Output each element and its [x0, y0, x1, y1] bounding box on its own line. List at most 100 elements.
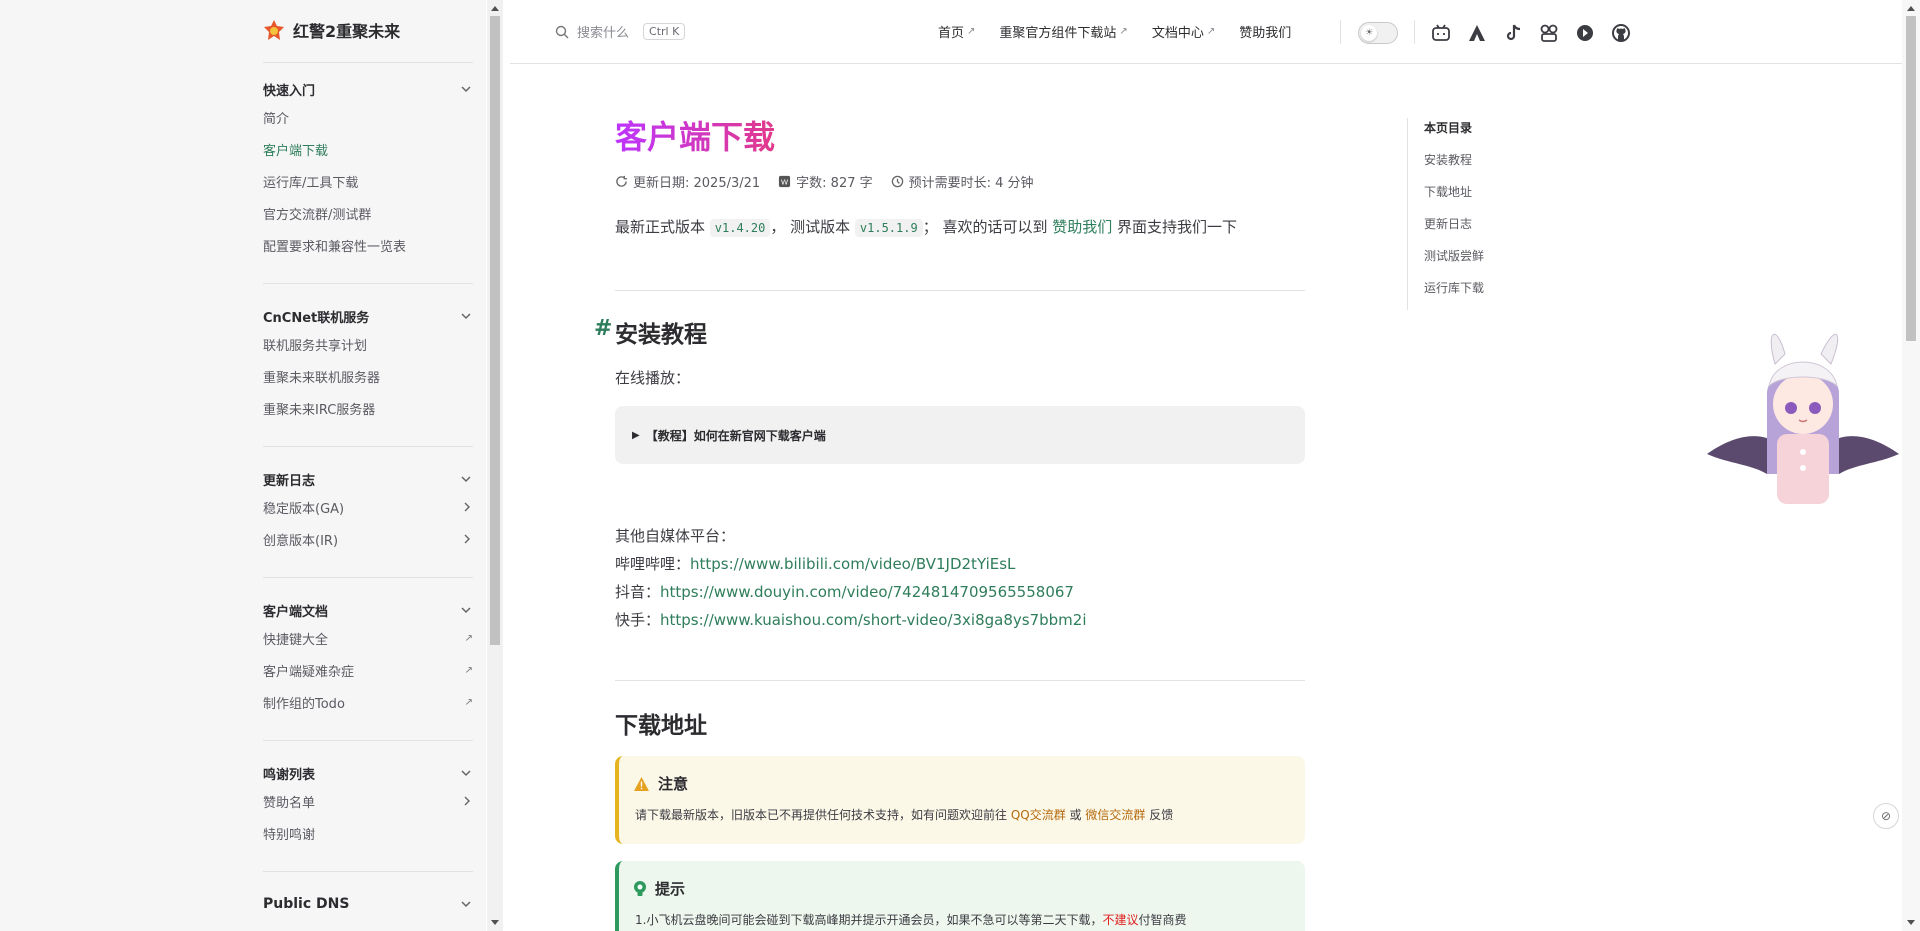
divider — [615, 680, 1305, 681]
section-heading-download: 下载地址 — [615, 713, 707, 739]
sidebar-group-title[interactable]: Public DNS — [263, 892, 473, 916]
sidebar-item-label: 运行库/工具下载 — [263, 175, 359, 191]
sidebar-item-runtime[interactable]: 运行库/工具下载 — [263, 165, 473, 197]
divider — [263, 871, 473, 872]
external-link-icon: ↗ — [464, 632, 473, 644]
sidebar-group-changelog: 更新日志 稳定版本(GA) 创意版本(IR) — [263, 467, 473, 555]
stable-version: v1.4.20 — [709, 219, 771, 237]
wechat-group-link[interactable]: 微信交流群 — [1085, 808, 1145, 822]
sponsor-link[interactable]: 赞助我们 — [1052, 218, 1112, 236]
sidebar-group-title[interactable]: 更新日志 — [263, 467, 473, 491]
callout-text: 请下载最新版本，旧版本已不再提供任何技术支持，如有问题欢迎前往 — [635, 808, 1011, 822]
outline-item-install[interactable]: 安装教程 — [1424, 150, 1567, 182]
sidebar-item-sponsors[interactable]: 赞助名单 — [263, 785, 473, 817]
sidebar-item-share-plan[interactable]: 联机服务共享计划 — [263, 328, 473, 360]
kuaishou-icon[interactable] — [1538, 22, 1560, 44]
chevron-down-icon[interactable] — [459, 472, 473, 486]
sidebar-item-server[interactable]: 重聚未来联机服务器 — [263, 360, 473, 392]
divider — [1340, 20, 1341, 44]
acfun-icon[interactable] — [1466, 22, 1488, 44]
sidebar-item-irc[interactable]: 重聚未来IRC服务器 — [263, 392, 473, 424]
group-title-label: 快速入门 — [263, 83, 316, 99]
outline-item-download[interactable]: 下载地址 — [1424, 182, 1567, 214]
qq-group-link[interactable]: QQ交流群 — [1011, 808, 1066, 822]
chevron-down-icon[interactable] — [459, 82, 473, 96]
sidebar-item-label: 制作组的Todo — [263, 696, 345, 712]
divider — [615, 290, 1305, 291]
group-title-label: 更新日志 — [263, 473, 316, 489]
sidebar-item-faq[interactable]: 客户端疑难杂症 ↗ — [263, 654, 473, 686]
history-icon — [891, 175, 903, 188]
outline-item-changelog[interactable]: 更新日志 — [1424, 214, 1567, 246]
sidebar-item-shortcuts[interactable]: 快捷键大全 ↗ — [263, 622, 473, 654]
external-link-icon: ↗ — [464, 696, 473, 708]
sidebar-scrollbar[interactable] — [487, 0, 503, 931]
brand[interactable]: 红警2重聚未来 — [263, 18, 400, 42]
heading-anchor[interactable]: # — [594, 316, 612, 341]
scroll-down-arrow-icon[interactable] — [491, 920, 499, 925]
sidebar-item-label: 快捷键大全 — [263, 632, 329, 648]
page-scrollbar[interactable] — [1902, 0, 1920, 931]
sidebar-group-title[interactable]: CnCNet联机服务 — [263, 304, 473, 328]
sidebar-group-title[interactable]: 客户端文档 — [263, 598, 473, 622]
sidebar-item-ir[interactable]: 创意版本(IR) — [263, 523, 473, 555]
tiktok-icon[interactable] — [1502, 22, 1524, 44]
callout-text: 1.小飞机云盘晚间可能会碰到下载高峰期并提示开通会员，如果不急可以等第二天下载， — [635, 913, 1103, 927]
external-link-icon: ↗ — [464, 664, 473, 676]
chevron-down-icon[interactable] — [459, 766, 473, 780]
kuaishou-link[interactable]: https://www.kuaishou.com/short-video/3xi… — [660, 611, 1087, 629]
sidebar-item-label: 稳定版本(GA) — [263, 501, 345, 517]
sidebar-item-label: 赞助名单 — [263, 795, 316, 811]
sidebar-item-label: 联机服务共享计划 — [263, 338, 368, 354]
sidebar-group-title[interactable]: 快速入门 — [263, 77, 473, 101]
sidebar-item-todo[interactable]: 制作组的Todo ↗ — [263, 686, 473, 718]
tutorial-details[interactable]: ▶ 【教程】如何在新官网下载客户端 — [615, 406, 1305, 464]
sidebar-item-groups[interactable]: 官方交流群/测试群 — [263, 197, 473, 229]
chevron-down-icon[interactable] — [459, 309, 473, 323]
bilibili-icon[interactable] — [1430, 22, 1452, 44]
scroll-down-arrow-icon[interactable] — [1907, 920, 1915, 925]
scrollbar-thumb[interactable] — [490, 16, 500, 645]
outline-title: 本页目录 — [1424, 121, 1473, 135]
sidebar-group-client-docs: 客户端文档 快捷键大全 ↗ 客户端疑难杂症 ↗ 制作组的Todo ↗ — [263, 598, 473, 718]
mascot-image[interactable] — [1705, 324, 1901, 504]
sun-icon: ☀ — [1361, 25, 1377, 41]
brand-title: 红警2重聚未来 — [293, 22, 401, 41]
kook-icon[interactable] — [1574, 22, 1596, 44]
section-heading-install: 安装教程 — [615, 322, 707, 348]
sidebar-item-special-thanks[interactable]: 特别鸣谢 — [263, 817, 473, 849]
nav-link-sponsor[interactable]: 赞助我们 — [1239, 22, 1291, 41]
chevron-down-icon[interactable] — [459, 603, 473, 617]
sidebar-item-client-download[interactable]: 客户端下载 — [263, 133, 473, 165]
search-icon — [555, 25, 569, 38]
sidebar-item-requirements[interactable]: 配置要求和兼容性一览表 — [263, 229, 473, 261]
callout-title-text: 注意 — [658, 775, 689, 793]
nav-link-component-site[interactable]: 重聚官方组件下载站 ↗ — [999, 22, 1127, 41]
sidebar-item-intro[interactable]: 简介 — [263, 101, 473, 133]
callout-body: 1.小飞机云盘晚间可能会碰到下载高峰期并提示开通会员，如果不急可以等第二天下载，… — [635, 911, 1186, 928]
help-icon[interactable]: ⊘ — [1873, 803, 1899, 829]
callout-title: 提示 — [633, 878, 685, 899]
lightbulb-icon — [634, 880, 646, 896]
online-play-label: 在线播放： — [615, 369, 691, 387]
bilibili-line: 哔哩哔哩：https://www.bilibili.com/video/BV1J… — [615, 553, 1015, 574]
scroll-up-arrow-icon[interactable] — [1907, 6, 1915, 11]
sidebar-group-title[interactable]: 鸣谢列表 — [263, 761, 473, 785]
scrollbar-thumb[interactable] — [1906, 16, 1916, 341]
nav-link-home[interactable]: 首页 ↗ — [938, 22, 975, 41]
scroll-up-arrow-icon[interactable] — [491, 6, 499, 11]
chevron-down-icon[interactable] — [459, 897, 473, 911]
douyin-link[interactable]: https://www.douyin.com/video/74248147095… — [660, 583, 1074, 601]
divider — [263, 740, 473, 741]
outline-item-beta[interactable]: 测试版尝鲜 — [1424, 246, 1567, 278]
nav-link-docs[interactable]: 文档中心 ↗ — [1152, 22, 1215, 41]
meta-duration-text: 预计需要时长: 4 分钟 — [908, 176, 1034, 191]
page-outline: 本页目录 安装教程 下载地址 更新日志 测试版尝鲜 运行库下载 — [1407, 118, 1567, 310]
sidebar-item-ga[interactable]: 稳定版本(GA) — [263, 491, 473, 523]
github-icon[interactable] — [1610, 22, 1632, 44]
search-button[interactable]: 搜索什么 Ctrl K — [555, 22, 686, 41]
outline-item-runtime[interactable]: 运行库下载 — [1424, 278, 1567, 310]
bilibili-link[interactable]: https://www.bilibili.com/video/BV1JD2tYi… — [690, 555, 1015, 573]
theme-toggle[interactable]: ☀ — [1358, 22, 1398, 44]
sidebar-item-label: 客户端下载 — [263, 143, 329, 159]
